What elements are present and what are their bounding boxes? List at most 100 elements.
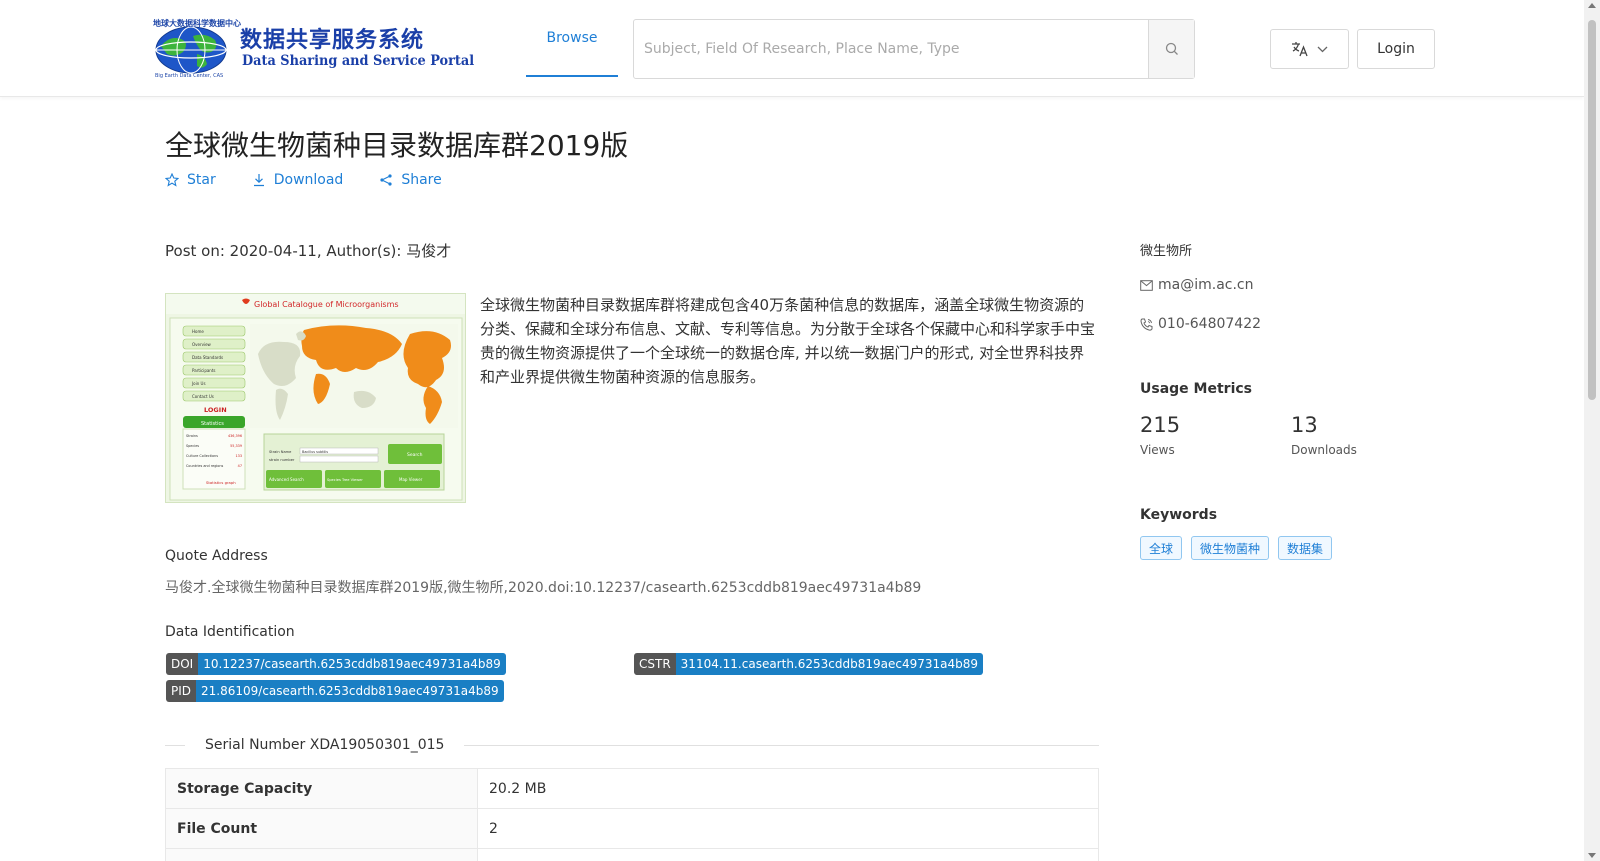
pid-badge-value: 21.86109/casearth.6253cddb819aec49731a4b… xyxy=(196,680,504,702)
scroll-thumb[interactable] xyxy=(1588,20,1596,400)
thumb-name-label: Strain Name xyxy=(269,450,292,454)
translate-icon xyxy=(1292,42,1308,57)
dataset-actions: Star Download Share xyxy=(165,172,442,188)
contact-email[interactable]: ma@im.ac.cn xyxy=(1140,277,1254,293)
dataset-description: 全球微生物菌种目录数据库群将建成包含40万条菌种信息的数据库，涵盖全球微生物资源… xyxy=(480,296,1096,386)
logo-chinese-title: 数据共享服务系统 xyxy=(240,28,425,53)
thumb-stats-link: Statistics graph xyxy=(206,480,236,485)
thumb-title: Global Catalogue of Microorganisms xyxy=(254,300,399,309)
thumb-number-label: strain number xyxy=(269,458,295,462)
thumb-stat-label: Countries and regions xyxy=(186,464,224,468)
search-input[interactable] xyxy=(634,20,1148,78)
thumb-menu-label: Participants xyxy=(192,368,216,373)
thumb-menu-label: Contact Us xyxy=(192,394,214,399)
chevron-down-icon xyxy=(1317,46,1328,52)
thumb-stat-value: 55,339 xyxy=(230,444,242,448)
scroll-down-icon[interactable] xyxy=(1588,853,1596,858)
thumb-stat-value: 133 xyxy=(236,454,242,458)
share-button[interactable]: Share xyxy=(379,172,442,188)
phone-icon xyxy=(1140,318,1153,331)
thumb-map-btn: Map Viewer xyxy=(399,477,423,482)
thumb-menu-label: Overview xyxy=(192,342,212,347)
thumb-search-btn: Search xyxy=(407,452,423,458)
thumb-stat-label: Species xyxy=(186,444,199,448)
keyword-tag[interactable]: 微生物菌种 xyxy=(1191,536,1270,560)
table-row xyxy=(166,849,1098,861)
table-row: File Count 2 xyxy=(166,809,1098,849)
usage-metrics-title: Usage Metrics xyxy=(1140,381,1252,397)
thumb-menu-label: Data Standards xyxy=(192,355,223,360)
login-button[interactable]: Login xyxy=(1357,29,1435,69)
data-identification-label: Data Identification xyxy=(165,624,295,640)
divider-line xyxy=(464,744,1099,746)
contact-phone: 010-64807422 xyxy=(1140,316,1261,332)
organization-name: 微生物所 xyxy=(1140,244,1193,259)
thumb-menu-label: Join Us xyxy=(191,381,206,386)
table-key xyxy=(166,849,478,861)
keyword-tag[interactable]: 全球 xyxy=(1140,536,1183,560)
star-icon xyxy=(165,173,179,187)
thumb-stats-title: Statistics xyxy=(201,421,224,427)
metadata-table: Storage Capacity 20.2 MB File Count 2 xyxy=(165,768,1099,861)
download-icon xyxy=(253,174,264,187)
cstr-badge-key: CSTR xyxy=(634,653,676,675)
table-row: Storage Capacity 20.2 MB xyxy=(166,769,1098,809)
logo-english-title: Data Sharing and Service Portal xyxy=(242,53,475,69)
downloads-label: Downloads xyxy=(1291,443,1357,457)
phone-text: 010-64807422 xyxy=(1158,316,1262,332)
thumb-menu-label: Home xyxy=(192,329,204,334)
keyword-tag[interactable]: 数据集 xyxy=(1278,536,1333,560)
keywords-list: 全球 微生物菌种 数据集 xyxy=(1140,536,1333,560)
cstr-badge[interactable]: CSTR 31104.11.casearth.6253cddb819aec497… xyxy=(634,653,984,675)
site-logo[interactable]: 地球大数据科学数据中心 数据共享服务系统 Data Sharing and Se… xyxy=(153,18,474,80)
logo-top-text: 地球大数据科学数据中心 xyxy=(153,19,241,28)
mail-icon xyxy=(1140,279,1153,291)
thumb-login: LOGIN xyxy=(204,406,227,414)
search-button[interactable] xyxy=(1148,20,1194,78)
quote-address-text: 马俊才.全球微生物菌种目录数据库群2019版,微生物所,2020.doi:10.… xyxy=(165,580,922,596)
cstr-badge-value: 31104.11.casearth.6253cddb819aec49731a4b… xyxy=(675,653,984,675)
globe-logo-icon xyxy=(155,26,227,74)
table-value: 2 xyxy=(489,820,498,837)
quote-address-label: Quote Address xyxy=(165,548,268,564)
table-key: Storage Capacity xyxy=(166,769,478,808)
thumb-name-value: Bacillus subtilis xyxy=(302,450,328,454)
star-label: Star xyxy=(187,172,216,188)
thumbnail-graphic: Global Catalogue of Microorganisms Home O… xyxy=(166,294,465,502)
scroll-up-icon[interactable] xyxy=(1588,3,1596,8)
email-text: ma@im.ac.cn xyxy=(1158,277,1254,293)
divider-line xyxy=(165,744,185,746)
dataset-thumbnail: Global Catalogue of Microorganisms Home O… xyxy=(165,293,466,503)
nav-browse[interactable]: Browse xyxy=(526,0,618,77)
search-bar xyxy=(633,19,1195,79)
thumb-stat-value: 47 xyxy=(238,464,242,468)
download-button[interactable]: Download xyxy=(252,172,343,188)
thumb-stat-label: Strains xyxy=(186,434,198,438)
thumb-species-btn: Species Tree Viewer xyxy=(327,478,363,482)
thumb-advanced-btn: Advanced Search xyxy=(269,477,304,482)
views-count: 215 xyxy=(1140,413,1181,437)
doi-badge-key: DOI xyxy=(166,653,199,675)
keywords-title: Keywords xyxy=(1140,507,1218,523)
share-label: Share xyxy=(401,172,442,188)
serial-divider: Serial Number XDA19050301_015 xyxy=(165,735,1099,755)
page-title: 全球微生物菌种目录数据库群2019版 xyxy=(165,129,629,162)
logo-bottom-text: Big Earth Data Center, CAS xyxy=(155,73,224,79)
page-scrollbar[interactable] xyxy=(1584,0,1600,861)
top-header: 地球大数据科学数据中心 数据共享服务系统 Data Sharing and Se… xyxy=(0,0,1584,97)
thumb-stat-value: 436,396 xyxy=(228,434,242,438)
star-button[interactable]: Star xyxy=(165,172,216,188)
doi-badge[interactable]: DOI 10.12237/casearth.6253cddb819aec4973… xyxy=(166,653,506,675)
table-value: 20.2 MB xyxy=(489,780,547,797)
serial-number: Serial Number XDA19050301_015 xyxy=(205,737,445,753)
search-icon xyxy=(1165,42,1178,55)
pid-badge[interactable]: PID 21.86109/casearth.6253cddb819aec4973… xyxy=(166,680,504,702)
pid-badge-key: PID xyxy=(166,680,197,702)
table-value xyxy=(478,849,1098,861)
table-key: File Count xyxy=(166,809,478,848)
post-info: Post on: 2020-04-11, Author(s): 马俊才 xyxy=(165,242,452,260)
views-label: Views xyxy=(1140,443,1175,457)
doi-badge-value: 10.12237/casearth.6253cddb819aec49731a4b… xyxy=(198,653,506,675)
language-switcher[interactable] xyxy=(1270,29,1349,69)
downloads-count: 13 xyxy=(1291,413,1318,437)
